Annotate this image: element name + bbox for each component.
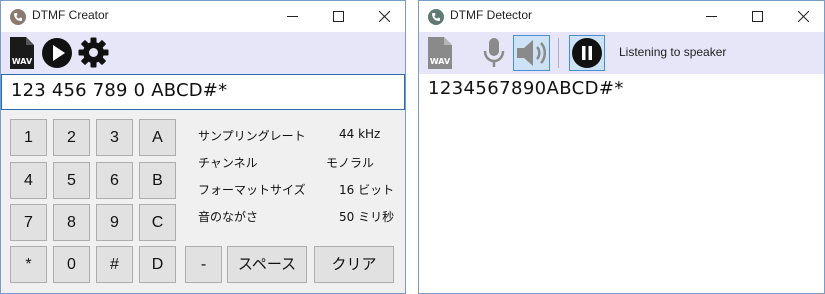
creator-titlebar: DTMF Creator <box>1 1 405 32</box>
detector-titlebar: DTMF Detector <box>419 1 824 32</box>
key-8[interactable]: 8 <box>53 204 90 241</box>
format-size-value: 16 ビット <box>339 183 395 197</box>
wav-file-icon[interactable]: WAV <box>10 37 34 69</box>
creator-window: DTMF Creator WAV 123 456 789 0 ABCD#* 1 … <box>0 0 406 294</box>
key-9[interactable]: 9 <box>96 204 133 241</box>
detected-digits: 1234567890ABCD#* <box>428 78 624 99</box>
wav-label: WAV <box>12 57 33 66</box>
channel-label: チャンネル <box>198 156 258 170</box>
wav-label: WAV <box>430 57 451 66</box>
close-button[interactable] <box>361 1 407 32</box>
toolbar-separator <box>558 38 559 68</box>
key-c[interactable]: C <box>139 204 176 241</box>
sample-rate-label: サンプリングレート <box>198 129 306 143</box>
key-7[interactable]: 7 <box>10 204 47 241</box>
key-d[interactable]: D <box>139 246 176 283</box>
key-0[interactable]: 0 <box>53 246 90 283</box>
listening-status: Listening to speaker <box>619 45 727 59</box>
play-icon[interactable] <box>41 37 73 69</box>
maximize-button[interactable] <box>734 1 780 32</box>
digits-input[interactable]: 123 456 789 0 ABCD#* <box>1 74 405 110</box>
pause-icon[interactable] <box>569 35 605 71</box>
digits-input-value: 123 456 789 0 ABCD#* <box>11 80 228 101</box>
sample-rate-value: 44 kHz <box>339 127 381 141</box>
microphone-icon[interactable] <box>481 37 507 69</box>
phone-app-icon <box>428 9 444 25</box>
tone-length-value: 50 ミリ秒 <box>339 210 395 224</box>
key-dash[interactable]: - <box>185 246 222 283</box>
key-hash[interactable]: # <box>96 246 133 283</box>
key-4[interactable]: 4 <box>10 162 47 199</box>
key-1[interactable]: 1 <box>10 119 47 156</box>
maximize-button[interactable] <box>315 1 361 32</box>
clear-button[interactable]: クリア <box>314 246 394 283</box>
key-a[interactable]: A <box>139 119 176 156</box>
gear-icon[interactable] <box>78 37 109 68</box>
key-3[interactable]: 3 <box>96 119 133 156</box>
wav-file-icon[interactable]: WAV <box>428 37 452 69</box>
phone-app-icon <box>10 9 26 25</box>
tone-length-label: 音のながさ <box>198 210 259 224</box>
space-button[interactable]: スペース <box>227 246 307 283</box>
key-b[interactable]: B <box>139 162 176 199</box>
window-title: DTMF Detector <box>450 8 533 22</box>
minimize-button[interactable] <box>269 1 315 32</box>
format-size-label: フォーマットサイズ <box>198 183 306 197</box>
key-5[interactable]: 5 <box>53 162 90 199</box>
window-title: DTMF Creator <box>32 8 109 22</box>
detector-window: DTMF Detector WAV Listening to speaker 1… <box>418 0 825 294</box>
creator-toolbar: WAV <box>1 32 405 74</box>
key-6[interactable]: 6 <box>96 162 133 199</box>
minimize-button[interactable] <box>688 1 734 32</box>
key-star[interactable]: * <box>10 246 47 283</box>
key-2[interactable]: 2 <box>53 119 90 156</box>
close-button[interactable] <box>780 1 825 32</box>
detector-toolbar: WAV Listening to speaker <box>419 32 824 74</box>
channel-value: モノラル <box>326 156 375 170</box>
speaker-icon[interactable] <box>513 35 550 71</box>
